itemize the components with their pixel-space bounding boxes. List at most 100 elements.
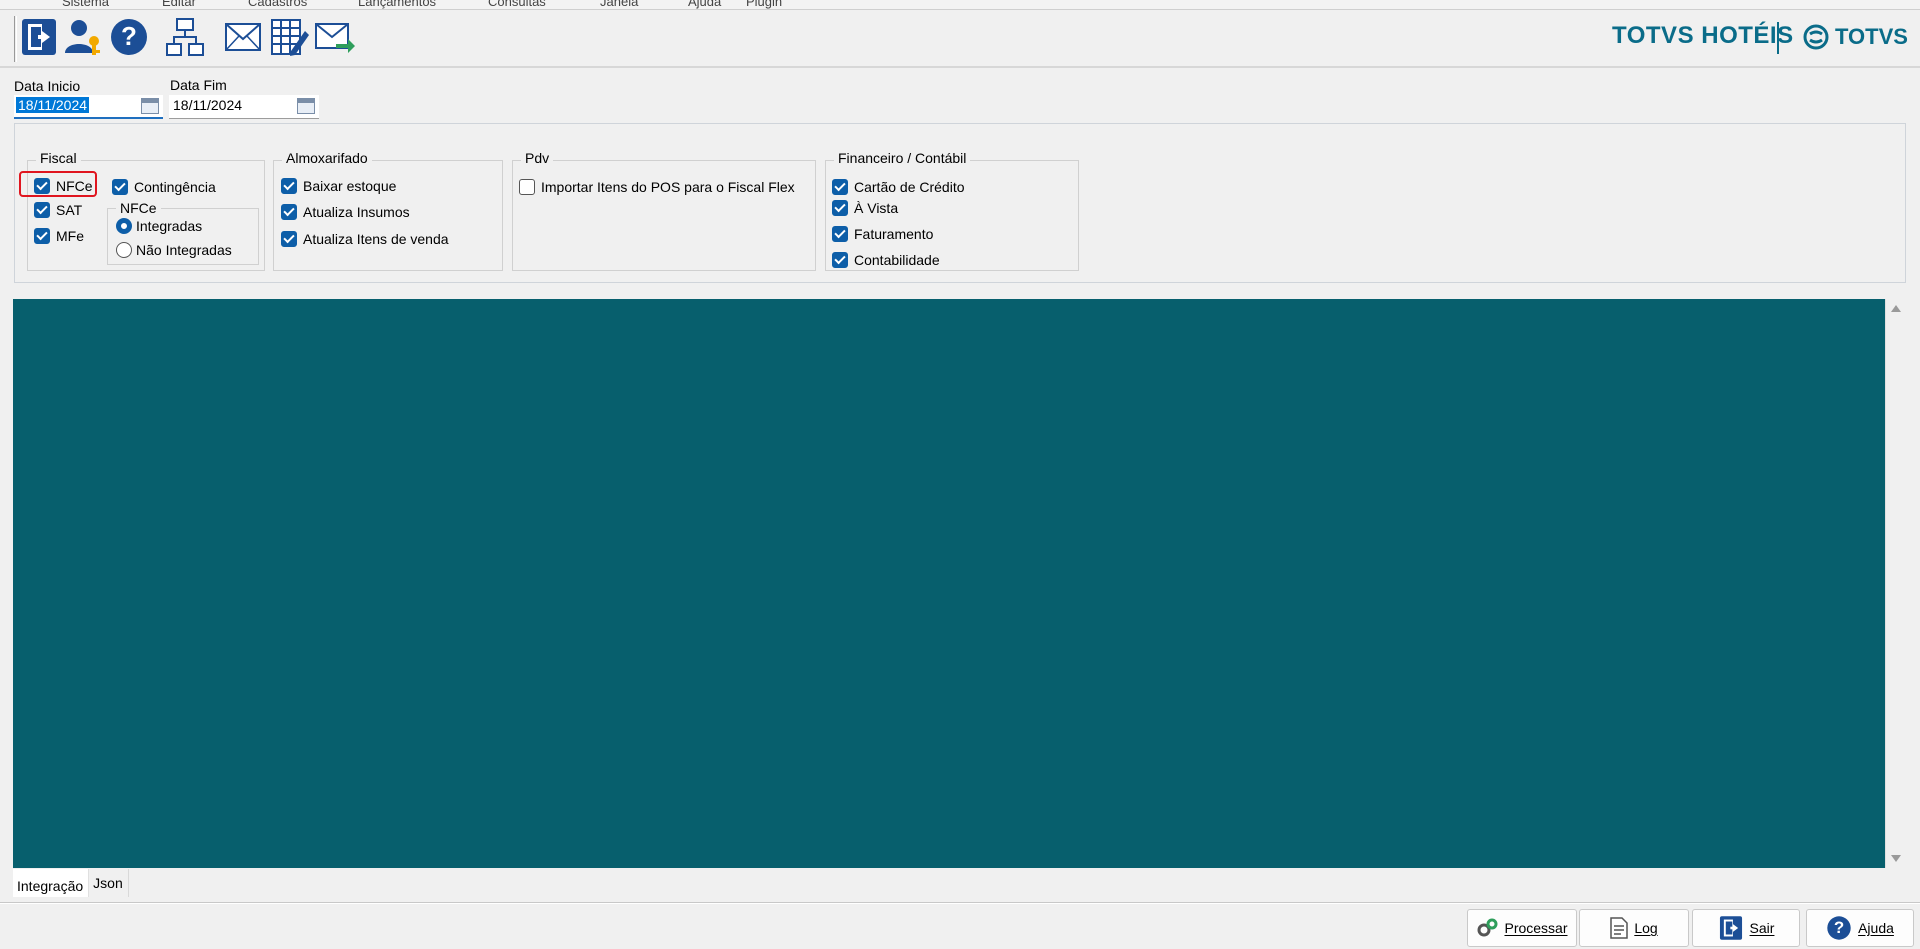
end-date-input[interactable]: 18/11/2024 (169, 95, 319, 119)
integradas-radio[interactable]: Integradas (116, 218, 202, 234)
menu-editar[interactable]: Editar (162, 0, 196, 9)
exit-door-icon (1718, 915, 1744, 941)
atualiza-itens-check-box[interactable] (281, 231, 297, 247)
user-key-icon (63, 17, 103, 57)
menu-plugin[interactable]: Plugin (746, 0, 782, 9)
email-button[interactable] (222, 14, 264, 60)
faturamento-checkbox[interactable]: Faturamento (832, 226, 933, 242)
end-date-value: 18/11/2024 (173, 97, 243, 113)
tab-integracao[interactable]: Integração (13, 869, 90, 897)
start-date-label: Data Inicio (14, 78, 81, 94)
end-date-label: Data Fim (170, 77, 227, 93)
toolbar-grip (14, 16, 17, 62)
cartao-label: Cartão de Crédito (854, 179, 965, 195)
atualiza-insumos-check-box[interactable] (281, 204, 297, 220)
menu-ajuda[interactable]: Ajuda (688, 0, 721, 9)
svg-text:?: ? (1834, 918, 1844, 937)
brand-company: TOTVS (1835, 24, 1908, 49)
menu-janela[interactable]: Janela (600, 0, 638, 9)
brand-product: TOTVS HOTÉIS (1612, 22, 1794, 49)
tab-strip: Integração Json (13, 869, 129, 897)
menu-lancamentos[interactable]: Lançamentos (358, 0, 436, 9)
almoxarifado-group-title: Almoxarifado (282, 150, 372, 166)
user-permissions-button[interactable] (62, 14, 104, 60)
financeiro-group-title: Financeiro / Contábil (834, 150, 971, 166)
ajuda-label: Ajuda (1858, 920, 1894, 936)
nao-integradas-label: Não Integradas (136, 242, 232, 258)
faturamento-check-box[interactable] (832, 226, 848, 242)
exit-button[interactable] (18, 14, 60, 60)
a-vista-label: À Vista (854, 200, 899, 216)
footer-divider (0, 902, 1920, 904)
a-vista-check-box[interactable] (832, 200, 848, 216)
sair-button[interactable]: Sair (1692, 909, 1800, 947)
menu-bar: Sistema Editar Cadastros Lançamentos Con… (0, 0, 1920, 10)
contingencia-check-box[interactable] (112, 179, 128, 195)
pdv-group-title: Pdv (521, 150, 554, 166)
importar-pos-check-box[interactable] (519, 179, 535, 195)
ajuda-button[interactable]: ? Ajuda (1806, 909, 1914, 947)
integradas-radio-button[interactable] (116, 218, 132, 234)
calendar-icon[interactable] (297, 98, 315, 114)
menu-sistema[interactable]: Sistema (62, 0, 109, 9)
menu-cadastros[interactable]: Cadastros (248, 0, 307, 9)
calendar-icon[interactable] (141, 98, 159, 114)
sat-check-box[interactable] (34, 202, 50, 218)
options-panel: Fiscal NFCe SAT MFe Contingência NFCe In… (14, 123, 1906, 283)
mfe-check-box[interactable] (34, 228, 50, 244)
send-email-button[interactable] (314, 14, 356, 60)
contingencia-label: Contingência (134, 179, 216, 195)
contabilidade-check-box[interactable] (832, 252, 848, 268)
log-button[interactable]: Log (1579, 909, 1689, 947)
svg-text:?: ? (121, 21, 137, 51)
nfce-highlight-box (19, 171, 97, 197)
fiscal-group-title: Fiscal (36, 150, 81, 166)
help-icon: ? (1826, 915, 1852, 941)
scroll-down-icon[interactable] (1891, 855, 1901, 862)
contabilidade-checkbox[interactable]: Contabilidade (832, 252, 940, 268)
scroll-up-icon[interactable] (1891, 305, 1901, 312)
mfe-checkbox[interactable]: MFe (34, 228, 84, 244)
menu-consultas[interactable]: Consultas (488, 0, 546, 9)
envelope-icon (223, 17, 263, 57)
envelope-send-icon (314, 17, 356, 57)
vertical-scrollbar[interactable] (1885, 299, 1906, 868)
atualiza-itens-checkbox[interactable]: Atualiza Itens de venda (281, 231, 449, 247)
integration-content-area[interactable] (13, 299, 1885, 868)
cartao-checkbox[interactable]: Cartão de Crédito (832, 179, 965, 195)
integradas-label: Integradas (136, 218, 203, 234)
baixar-estoque-checkbox[interactable]: Baixar estoque (281, 178, 396, 194)
mfe-label: MFe (56, 228, 84, 244)
nao-integradas-radio[interactable]: Não Integradas (116, 242, 232, 258)
atualiza-itens-label: Atualiza Itens de venda (303, 231, 449, 247)
contingencia-checkbox[interactable]: Contingência (112, 179, 216, 195)
processar-button[interactable]: Processar (1467, 909, 1577, 947)
tab-json[interactable]: Json (89, 869, 129, 897)
brand-company-logo: TOTVS (1803, 24, 1908, 50)
start-date-value: 18/11/2024 (16, 97, 90, 113)
importar-pos-label: Importar Itens do POS para o Fiscal Flex (541, 179, 795, 195)
help-icon: ? (109, 17, 149, 57)
cartao-check-box[interactable] (832, 179, 848, 195)
edit-spreadsheet-button[interactable] (268, 14, 310, 60)
contabilidade-label: Contabilidade (854, 252, 940, 268)
structure-button[interactable] (164, 14, 206, 60)
importar-pos-checkbox[interactable]: Importar Itens do POS para o Fiscal Flex (519, 179, 795, 195)
processar-label: Processar (1504, 920, 1568, 936)
sair-label: Sair (1749, 920, 1775, 936)
document-icon (1610, 917, 1629, 939)
pdv-group: Pdv (512, 150, 816, 271)
nao-integradas-radio-button[interactable] (116, 242, 132, 258)
totvs-logo-icon (1803, 24, 1829, 50)
baixar-estoque-check-box[interactable] (281, 178, 297, 194)
toolbar: ? TOTVS HOTÉIS TOTVS (0, 10, 1920, 68)
log-label: Log (1634, 920, 1658, 936)
a-vista-checkbox[interactable]: À Vista (832, 200, 898, 216)
help-button[interactable]: ? (108, 14, 150, 60)
start-date-input[interactable]: 18/11/2024 (14, 95, 163, 119)
atualiza-insumos-checkbox[interactable]: Atualiza Insumos (281, 204, 410, 220)
faturamento-label: Faturamento (854, 226, 934, 242)
gears-icon (1476, 918, 1498, 938)
sat-checkbox[interactable]: SAT (34, 202, 82, 218)
org-chart-icon (165, 17, 205, 57)
